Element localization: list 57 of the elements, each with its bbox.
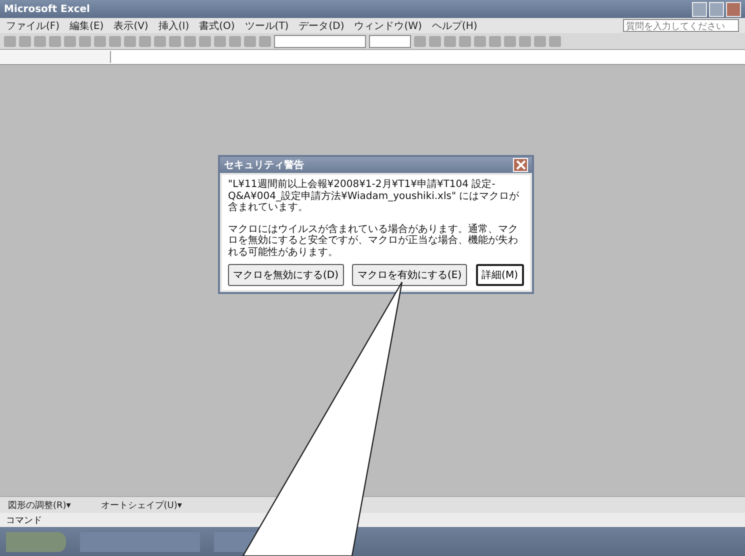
toolbar-icon[interactable]	[214, 36, 226, 46]
toolbar-icon[interactable]	[429, 36, 441, 46]
toolbar-icon[interactable]	[94, 36, 106, 46]
toolbar-icon[interactable]	[64, 36, 76, 46]
name-box[interactable]	[0, 51, 111, 63]
toolbar-icon[interactable]	[489, 36, 501, 46]
toolbar-icon[interactable]	[459, 36, 471, 46]
status-text: コマンド	[6, 514, 42, 526]
toolbar-icon[interactable]	[534, 36, 546, 46]
toolbar-icon[interactable]	[244, 36, 256, 46]
toolbar-icon[interactable]	[444, 36, 456, 46]
toolbar-icon[interactable]	[519, 36, 531, 46]
toolbar-menu[interactable]: 図形の調整(R)▾	[8, 498, 71, 512]
minimize-button[interactable]	[692, 2, 707, 16]
toolbar-icon[interactable]	[184, 36, 196, 46]
menu-item[interactable]: ウィンドウ(W)	[354, 18, 422, 32]
toolbar-icon[interactable]	[169, 36, 181, 46]
dialog-button[interactable]: マクロを無効にする(D)	[228, 264, 344, 286]
warning-text: マクロにはウイルスが含まれている場合があります。通常、マクロを無効にすると安全ですが、マクロが正当な場合、機能が失われる可能性があります。	[228, 224, 519, 258]
maximize-button[interactable]	[709, 2, 724, 16]
toolbar-icon[interactable]	[259, 36, 271, 46]
toolbar-icon[interactable]	[549, 36, 561, 46]
menu-item[interactable]: ヘルプ(H)	[432, 18, 478, 32]
toolbar-menu[interactable]: オートシェイプ(U)▾	[100, 498, 182, 512]
toolbar-icon[interactable]	[124, 36, 136, 46]
close-icon	[516, 160, 526, 170]
taskbar-item[interactable]	[80, 532, 200, 552]
toolbar-icon[interactable]	[109, 36, 121, 46]
font-dropdown[interactable]	[274, 34, 366, 48]
toolbar-icon[interactable]	[229, 36, 241, 46]
menu-item[interactable]: 挿入(I)	[158, 18, 190, 32]
dialog-button[interactable]: マクロを有効にする(E)	[352, 264, 467, 286]
toolbar-icon[interactable]	[414, 36, 426, 46]
menu-item[interactable]: 編集(E)	[70, 18, 104, 32]
toolbar-icon[interactable]	[474, 36, 486, 46]
help-field[interactable]: 質問を入力してください	[623, 19, 739, 32]
close-button[interactable]	[726, 2, 741, 16]
dialog-title: セキュリティ警告	[224, 158, 304, 172]
window-title: Microsoft Excel	[4, 4, 90, 14]
toolbar-icon[interactable]	[19, 36, 31, 46]
toolbar-icon[interactable]	[199, 36, 211, 46]
dialog-button[interactable]: 詳細(M)	[476, 264, 524, 286]
menu-item[interactable]: 表示(V)	[114, 18, 148, 32]
toolbar-icon[interactable]	[504, 36, 516, 46]
toolbar-icon[interactable]	[49, 36, 61, 46]
menu-item[interactable]: 書式(O)	[199, 18, 235, 32]
dialog-message: "L¥11週間前以上会報¥2008¥1-2月¥T1¥申請¥T104 設定-Q&A¥004_設定申請方法¥Wiadam_youshiki.xls" にはマクロが含まれています。	[228, 179, 520, 214]
toolbar-icon[interactable]	[139, 36, 151, 46]
start-button[interactable]	[6, 532, 66, 552]
menu-item[interactable]: ツール(T)	[244, 18, 289, 32]
toolbar-icon[interactable]	[154, 36, 166, 46]
size-dropdown[interactable]	[369, 34, 411, 48]
menu-item[interactable]: ファイル(F)	[6, 18, 60, 32]
toolbar-icon[interactable]	[79, 36, 91, 46]
toolbar-icon[interactable]	[4, 36, 16, 46]
menu-item[interactable]: データ(D)	[298, 18, 344, 32]
toolbar-icon[interactable]	[34, 36, 46, 46]
